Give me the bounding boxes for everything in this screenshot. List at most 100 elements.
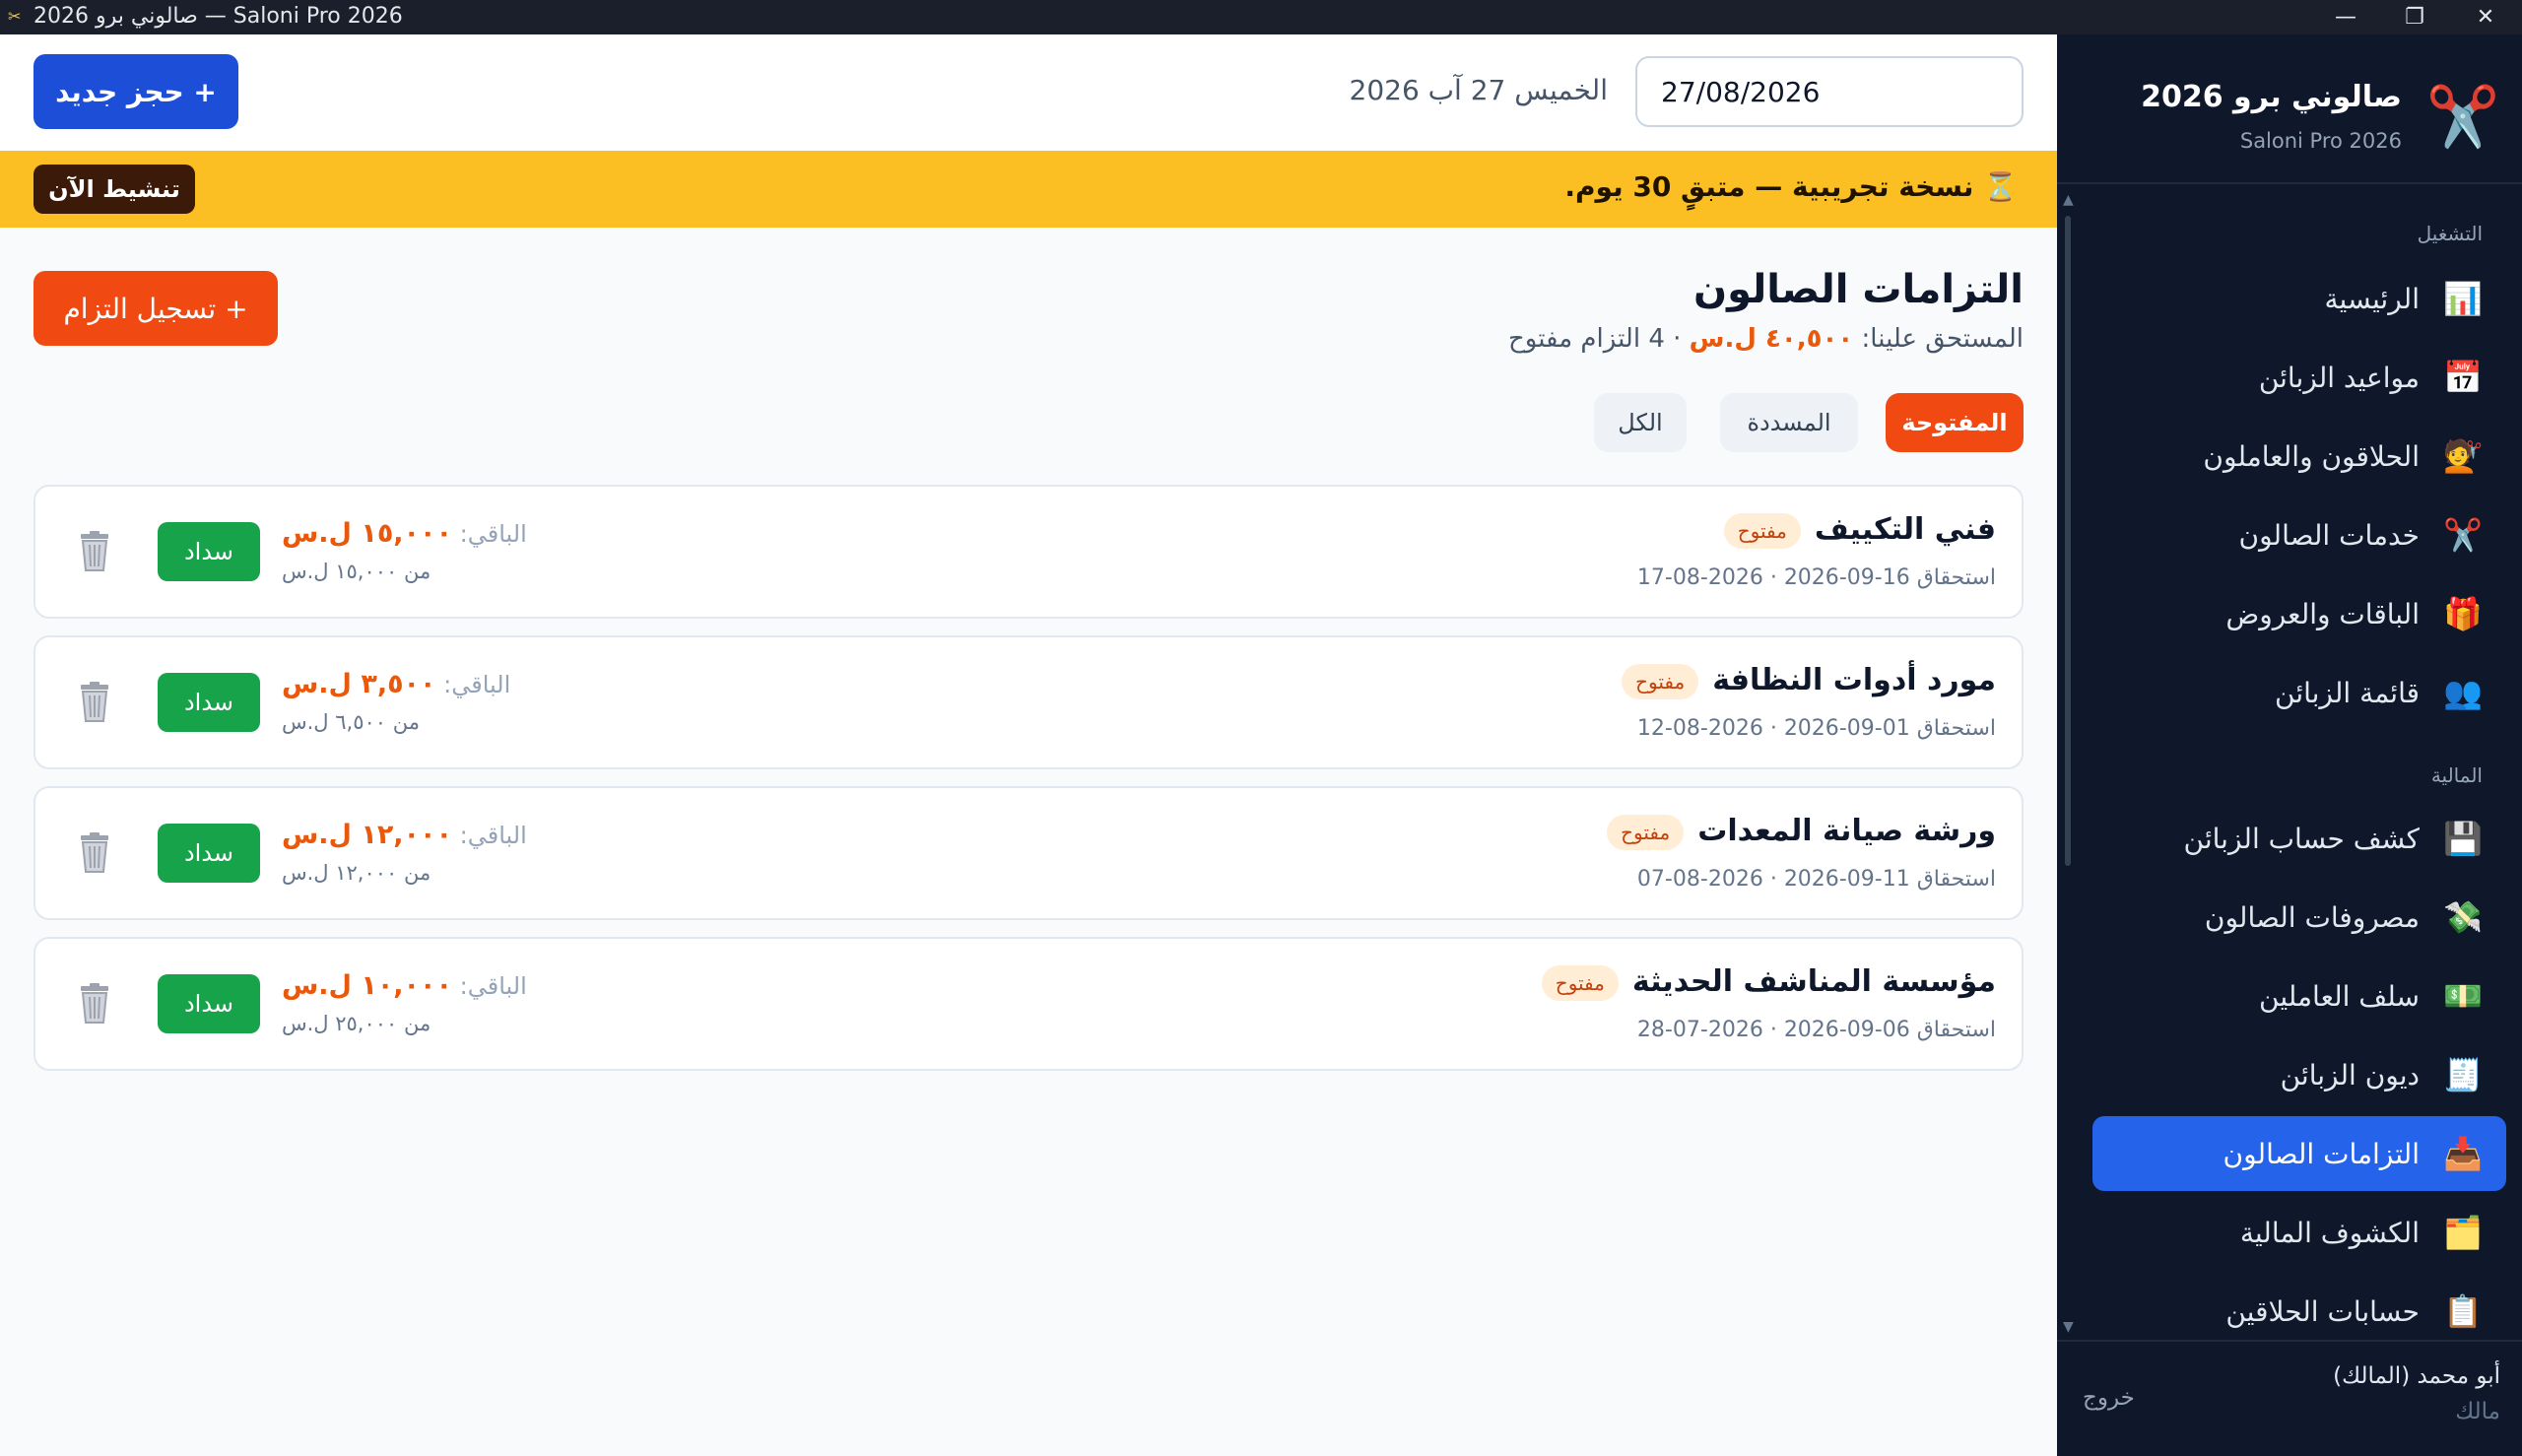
folder-icon: 🗂️ — [2443, 1214, 2483, 1251]
brand-name: صالوني برو 2026 — [2141, 80, 2402, 114]
scrollbar-thumb[interactable] — [2065, 216, 2071, 866]
sidebar-item-obligations[interactable]: 📥 التزامات الصالون — [2092, 1116, 2506, 1191]
sidebar-item-label: قائمة الزبائن — [2275, 676, 2420, 709]
user-role: مالك — [2455, 1399, 2500, 1424]
obligation-dates: استحقاق 11-09-2026 · 2026-08-07 — [1636, 867, 1996, 892]
pay-button[interactable]: سداد — [158, 673, 260, 732]
remaining-amount: ١٢,٠٠٠ ل.س — [282, 820, 452, 850]
trial-message: ⏳ نسخة تجريبية — متبقٍ 30 يوم. — [1564, 170, 2018, 203]
summary-line: المستحق علينا: ٤٠,٥٠٠ ل.س · 4 التزام مفت… — [1508, 324, 2024, 354]
hourglass-icon: ⏳ — [1983, 170, 2018, 203]
tab-all[interactable]: الكل — [1594, 393, 1687, 452]
remaining-label: الباقي: — [443, 671, 511, 698]
remaining-amount: ١٠,٠٠٠ ل.س — [282, 970, 452, 1001]
main-content: الخميس 27 آب 2026 + حجز جديد ⏳ نسخة تجري… — [0, 34, 2057, 1456]
sidebar-item-barbers[interactable]: 💇 الحلاقون والعاملون — [2092, 419, 2506, 494]
status-badge: مفتوح — [1541, 964, 1619, 1001]
obligation-card: مورد أدوات النظافة مفتوح استحقاق 01-09-20… — [33, 635, 2024, 769]
obligation-title: ورشة صيانة المعدات — [1697, 814, 1996, 848]
obligation-card: مؤسسة المناشف الحديثة مفتوح استحقاق 06-09… — [33, 937, 2024, 1071]
trash-icon[interactable] — [75, 530, 114, 573]
remaining-label: الباقي: — [459, 822, 527, 849]
date-input[interactable] — [1635, 56, 2024, 127]
minimize-button[interactable]: — — [2311, 0, 2380, 34]
sidebar-item-barber-accounts[interactable]: 📋 حسابات الحلاقين — [2092, 1274, 2506, 1349]
pay-button[interactable]: سداد — [158, 824, 260, 883]
scroll-down-icon[interactable]: ▼ — [2063, 1319, 2074, 1335]
users-icon: 👥 — [2443, 674, 2483, 711]
remaining-amount: ١٥,٠٠٠ ل.س — [282, 518, 452, 549]
obligation-title: مؤسسة المناشف الحديثة — [1631, 964, 1996, 999]
total-amount: من ٢٥,٠٠٠ ل.س — [282, 1012, 431, 1035]
nav-section-finance: المالية — [2430, 763, 2483, 787]
title-bar: ✂ صالوني برو 2026 — Saloni Pro 2026 — ❐ … — [0, 0, 2522, 34]
window-title: صالوني برو 2026 — Saloni Pro 2026 — [33, 4, 403, 29]
obligation-card: فني التكييف مفتوح استحقاق 16-09-2026 · 20… — [33, 485, 2024, 619]
new-booking-button[interactable]: + حجز جديد — [33, 54, 238, 129]
clipboard-icon: 📋 — [2443, 1292, 2483, 1330]
obligation-dates: استحقاق 16-09-2026 · 2026-08-17 — [1636, 565, 1996, 590]
sidebar-item-customer-debts[interactable]: 🧾 ديون الزبائن — [2092, 1037, 2506, 1112]
summary-suffix: · 4 التزام مفتوح — [1508, 324, 1682, 354]
sidebar-scrollbar[interactable]: ▲ ▼ — [2063, 192, 2074, 1335]
user-area: أبو محمد (المالك) مالك خروج — [2057, 1340, 2522, 1456]
obligation-name: فني التكييف مفتوح — [1723, 512, 1996, 549]
sidebar-item-customers[interactable]: 👥 قائمة الزبائن — [2092, 655, 2506, 730]
remaining: الباقي: ٣,٥٠٠ ل.س — [282, 669, 510, 699]
remaining-amount: ٣,٥٠٠ ل.س — [282, 669, 436, 699]
banknote-icon: 💵 — [2443, 977, 2483, 1015]
trash-icon[interactable] — [75, 982, 114, 1026]
obligation-dates: استحقاق 06-09-2026 · 2026-07-28 — [1636, 1018, 1996, 1042]
sidebar-item-label: مواعيد الزبائن — [2258, 361, 2420, 394]
obligation-name: ورشة صيانة المعدات مفتوح — [1607, 814, 1996, 850]
trial-banner: ⏳ نسخة تجريبية — متبقٍ 30 يوم. تنشيط الآ… — [0, 151, 2057, 228]
maximize-button[interactable]: ❐ — [2380, 0, 2449, 34]
logout-button[interactable]: خروج — [2083, 1385, 2135, 1411]
obligation-name: مؤسسة المناشف الحديثة مفتوح — [1541, 964, 1996, 1001]
remaining: الباقي: ١٥,٠٠٠ ل.س — [282, 518, 527, 549]
sidebar-item-label: كشف حساب الزبائن — [2183, 822, 2420, 855]
trash-icon[interactable] — [75, 831, 114, 875]
close-button[interactable]: ✕ — [2451, 0, 2520, 34]
user-name: أبو محمد (المالك) — [2333, 1363, 2500, 1389]
date-label: الخميس 27 آب 2026 — [1349, 74, 1608, 106]
sidebar-item-advances[interactable]: 💵 سلف العاملين — [2092, 959, 2506, 1033]
pay-button[interactable]: سداد — [158, 522, 260, 581]
brand: ✂️ صالوني برو 2026 Saloni Pro 2026 — [2077, 72, 2500, 170]
trial-text: نسخة تجريبية — متبقٍ 30 يوم. — [1564, 170, 1974, 203]
sidebar-divider — [2057, 182, 2522, 184]
sidebar-item-packages[interactable]: 🎁 الباقات والعروض — [2092, 576, 2506, 651]
sidebar-item-appointments[interactable]: 📅 مواعيد الزبائن — [2092, 340, 2506, 415]
activate-now-button[interactable]: تنشيط الآن — [33, 165, 195, 214]
total-amount: من ٦,٥٠٠ ل.س — [282, 710, 420, 734]
sidebar-item-label: الحلاقون والعاملون — [2203, 439, 2420, 473]
status-badge: مفتوح — [1607, 814, 1685, 850]
total-amount: من ١٥,٠٠٠ ل.س — [282, 560, 431, 583]
remaining-label: الباقي: — [459, 972, 527, 1000]
sidebar-item-financial-reports[interactable]: 🗂️ الكشوف المالية — [2092, 1195, 2506, 1270]
calendar-icon: 📅 — [2443, 359, 2483, 396]
summary-amount: ٤٠,٥٠٠ ل.س — [1689, 324, 1854, 354]
pay-button[interactable]: سداد — [158, 974, 260, 1033]
sidebar: ✂️ صالوني برو 2026 Saloni Pro 2026 ▲ ▼ ا… — [2057, 34, 2522, 1456]
sidebar-item-label: مصروفات الصالون — [2204, 900, 2420, 934]
sidebar-item-expenses[interactable]: 💸 مصروفات الصالون — [2092, 880, 2506, 955]
record-obligation-button[interactable]: + تسجيل التزام — [33, 271, 278, 346]
trash-icon[interactable] — [75, 681, 114, 724]
sidebar-item-label: الكشوف المالية — [2239, 1216, 2420, 1249]
gift-icon: 🎁 — [2443, 595, 2483, 632]
page-title: التزامات الصالون — [1693, 267, 2024, 312]
obligation-dates: استحقاق 01-09-2026 · 2026-08-12 — [1636, 716, 1996, 741]
nav-section-operations: التشغيل — [2417, 222, 2483, 245]
scissors-logo-icon: ✂️ — [2425, 83, 2500, 152]
sidebar-item-services[interactable]: ✂️ خدمات الصالون — [2092, 497, 2506, 572]
sidebar-item-customer-statement[interactable]: 💾 كشف حساب الزبائن — [2092, 801, 2506, 876]
obligation-name: مورد أدوات النظافة مفتوح — [1622, 663, 1996, 699]
tab-paid[interactable]: المسددة — [1720, 393, 1858, 452]
tab-open[interactable]: المفتوحة — [1886, 393, 2024, 452]
app-icon: ✂ — [8, 7, 22, 26]
scroll-up-icon[interactable]: ▲ — [2063, 192, 2074, 208]
sidebar-item-home[interactable]: 📊 الرئيسية — [2092, 261, 2506, 336]
sidebar-item-label: سلف العاملين — [2259, 979, 2420, 1013]
remaining: الباقي: ١٠,٠٠٠ ل.س — [282, 970, 527, 1001]
